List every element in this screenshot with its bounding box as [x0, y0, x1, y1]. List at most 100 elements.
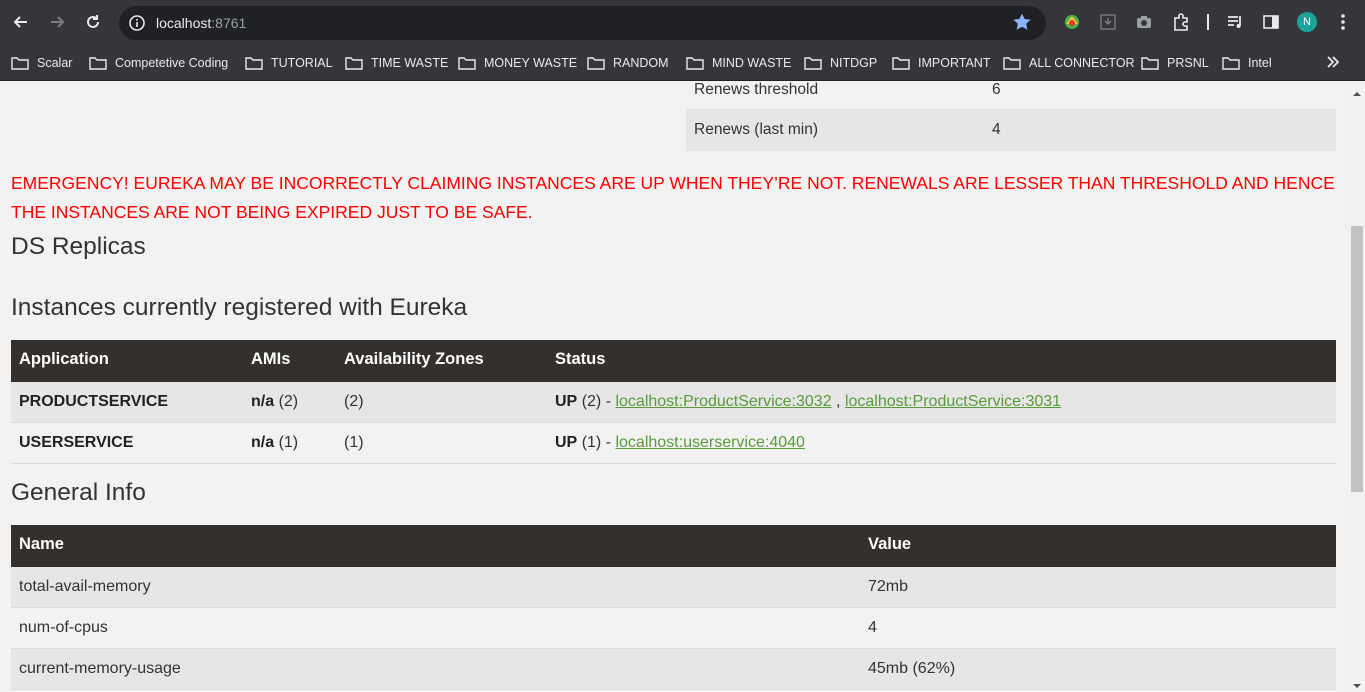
info-name: total-avail-memory [19, 578, 151, 595]
bookmark-folder-money-waste[interactable]: MONEY WASTE [458, 52, 577, 74]
column-header-name: Name [19, 535, 64, 553]
instance-link[interactable]: localhost:ProductService:3031 [845, 393, 1061, 410]
profile-avatar[interactable]: N [1297, 12, 1317, 32]
column-header-zones: Availability Zones [344, 350, 484, 368]
general-info-table: Name Value total-avail-memory 72mb num-o… [11, 525, 1336, 690]
column-header-status: Status [555, 350, 606, 368]
link-separator: , [836, 393, 841, 410]
column-header-amis: AMIs [251, 350, 291, 368]
bookmark-label: TIME WASTE [371, 56, 449, 70]
amis-count: (2) [278, 393, 299, 410]
table-row: USERSERVICE n/a (1) (1) UP (1) - localho… [11, 423, 1336, 464]
bookmark-folder-random[interactable]: RANDOM [587, 52, 669, 74]
url-port: :8761 [211, 15, 247, 31]
bookmark-label: TUTORIAL [271, 56, 333, 70]
scrollbar-thumb[interactable] [1351, 226, 1363, 492]
amis-cell: n/a (1) [251, 434, 298, 452]
bookmark-label: NITDGP [830, 56, 878, 70]
instances-heading: Instances currently registered with Eure… [11, 294, 468, 321]
folder-icon [1003, 57, 1021, 70]
bookmark-label: Intel [1248, 56, 1272, 70]
bookmark-label: RANDOM [613, 56, 669, 70]
status-label: UP [555, 393, 578, 410]
instance-link[interactable]: localhost:ProductService:3032 [615, 393, 831, 410]
amis-label: n/a [251, 393, 275, 410]
folder-icon [89, 57, 107, 70]
download-icon[interactable] [1098, 12, 1118, 32]
media-icon[interactable] [1225, 12, 1245, 32]
info-value: 4 [868, 619, 877, 636]
folder-icon [1222, 57, 1240, 70]
folder-icon [345, 57, 363, 70]
back-icon[interactable] [10, 11, 32, 33]
bookmarks-bar: Scalar Competetive Coding TUTORIAL TIME … [0, 45, 1365, 81]
bookmark-folder-nitdgp[interactable]: NITDGP [804, 52, 877, 74]
folder-icon [11, 57, 29, 70]
info-name: num-of-cpus [19, 619, 108, 636]
bookmark-label: Scalar [37, 56, 73, 70]
info-value: 72mb [868, 578, 909, 595]
amis-cell: n/a (2) [251, 393, 298, 411]
bookmark-folder-prsnl[interactable]: PRSNL [1141, 52, 1209, 74]
ds-replicas-heading: DS Replicas [11, 233, 146, 260]
table-row: PRODUCTSERVICE n/a (2) (2) UP (2) - loca… [11, 382, 1336, 423]
status-cell: UP (1) - localhost:userservice:4040 [555, 434, 805, 452]
zones-cell: (2) [344, 393, 364, 410]
bookmark-label: PRSNL [1167, 56, 1209, 70]
bookmark-label: ALL CONNECTOR [1029, 56, 1135, 70]
application-name: USERSERVICE [19, 434, 134, 451]
folder-icon [686, 57, 704, 70]
bookmark-folder-mind-waste[interactable]: MIND WASTE [686, 52, 791, 74]
amis-label: n/a [251, 434, 275, 451]
folder-icon [587, 57, 605, 70]
folder-icon [892, 57, 910, 70]
reload-icon[interactable] [82, 11, 104, 33]
bookmark-folder-important[interactable]: IMPORTANT [892, 52, 990, 74]
camera-icon[interactable] [1134, 12, 1154, 32]
status-label: UP [555, 434, 578, 451]
table-row: total-avail-memory 72mb [11, 567, 1336, 608]
renews-table: Renews threshold 6 Renews (last min) 4 [686, 81, 1336, 151]
emergency-warning: EMERGENCY! EUREKA MAY BE INCORRECTLY CLA… [11, 173, 1335, 222]
bookmark-label: MIND WASTE [712, 56, 792, 70]
bookmark-folder-scalar[interactable]: Scalar [11, 52, 72, 74]
scroll-up-arrow-icon[interactable] [1351, 86, 1363, 96]
info-name: current-memory-usage [19, 660, 181, 677]
side-panel-icon[interactable] [1261, 12, 1281, 32]
table-row: current-memory-usage 45mb (62%) [11, 649, 1336, 690]
bookmark-label: MONEY WASTE [484, 56, 578, 70]
puzzle-icon[interactable] [1171, 12, 1191, 32]
forward-icon[interactable] [46, 11, 68, 33]
table-row: Renews (last min) 4 [686, 110, 1336, 151]
info-value: 45mb (62%) [868, 660, 956, 677]
folder-icon [1141, 57, 1159, 70]
instance-link[interactable]: localhost:userservice:4040 [615, 434, 804, 451]
bookmark-folder-competetive-coding[interactable]: Competetive Coding [89, 52, 228, 74]
bookmark-star-icon[interactable] [1012, 12, 1032, 32]
menu-icon[interactable] [1333, 12, 1353, 32]
page-content: Renews threshold 6 Renews (last min) 4 E… [0, 81, 1349, 692]
table-row: Renews threshold 6 [686, 81, 1336, 110]
site-info-icon[interactable] [128, 14, 146, 32]
extension-icon[interactable] [1062, 12, 1082, 32]
status-count: (2) - [581, 393, 612, 410]
amis-count: (1) [278, 434, 299, 451]
table-header: Application AMIs Availability Zones Stat… [11, 340, 1336, 382]
stat-key: Renews (last min) [694, 121, 819, 138]
address-bar[interactable]: localhost:8761 [119, 6, 1046, 40]
chevron-double-right-icon[interactable] [1323, 52, 1343, 72]
bookmark-folder-tutorial[interactable]: TUTORIAL [245, 52, 333, 74]
bookmark-folder-intel[interactable]: Intel [1222, 52, 1272, 74]
bookmark-folder-time-waste[interactable]: TIME WASTE [345, 52, 448, 74]
browser-toolbar: localhost:8761 N [0, 0, 1365, 45]
stat-value: 6 [992, 81, 1001, 98]
bookmark-label: IMPORTANT [918, 56, 991, 70]
general-info-heading: General Info [11, 479, 146, 506]
column-header-value: Value [868, 535, 912, 553]
scroll-down-arrow-icon[interactable] [1351, 678, 1363, 688]
folder-icon [804, 57, 822, 70]
bookmark-folder-all-connector[interactable]: ALL CONNECTOR [1003, 52, 1135, 74]
url-text[interactable]: localhost:8761 [156, 15, 246, 31]
table-row: num-of-cpus 4 [11, 608, 1336, 649]
stat-value: 4 [992, 121, 1001, 138]
